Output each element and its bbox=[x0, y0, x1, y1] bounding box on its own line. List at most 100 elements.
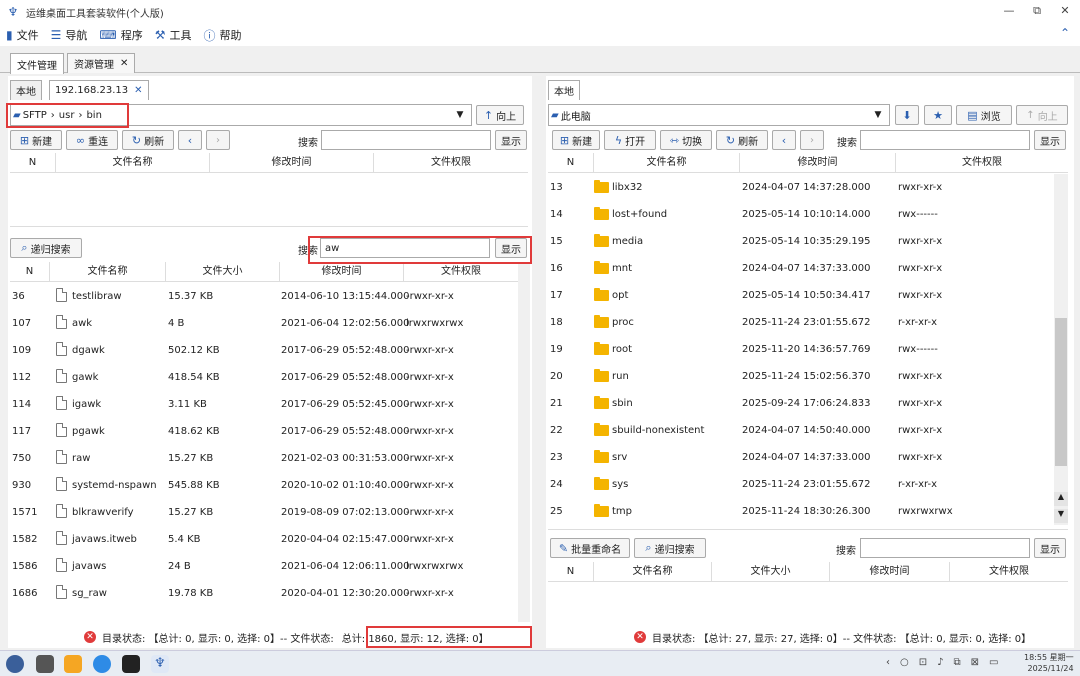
show-button[interactable]: 显示 bbox=[1034, 130, 1066, 150]
splitter[interactable] bbox=[548, 529, 1068, 530]
close-tab-icon[interactable]: ✕ bbox=[134, 85, 142, 96]
col-header[interactable]: 文件权限 bbox=[374, 153, 528, 172]
search-input[interactable] bbox=[860, 130, 1030, 150]
restore-button[interactable]: ⧉ bbox=[1030, 4, 1044, 18]
refresh-button[interactable]: ↻ 刷新 bbox=[122, 130, 174, 150]
table-row[interactable]: 25 tmp 2025-11-24 18:30:26.300 rwxrwxrwx bbox=[548, 498, 1054, 525]
back-button[interactable]: ‹ bbox=[178, 130, 202, 150]
refresh-button[interactable]: ↻ 刷新 bbox=[716, 130, 768, 150]
col-header[interactable]: 修改时间 bbox=[280, 262, 404, 281]
start-menu-icon[interactable] bbox=[6, 655, 24, 673]
app-logo-icon[interactable]: ♆ bbox=[151, 655, 169, 673]
col-header[interactable]: 修改时间 bbox=[830, 562, 950, 581]
table-row[interactable]: 1571 blkrawverify 15.27 KB 2019-08-09 07:02… bbox=[10, 499, 518, 526]
close-button[interactable]: ✕ bbox=[1058, 4, 1072, 18]
recursive-search-button[interactable]: ⌕ 递归搜索 bbox=[10, 238, 82, 258]
multitask-icon[interactable] bbox=[36, 655, 54, 673]
table-row[interactable]: 24 sys 2025-11-24 23:01:55.672 r-xr-xr-x bbox=[548, 471, 1054, 498]
tab-resource-manager[interactable]: 资源管理 ✕ bbox=[67, 53, 136, 73]
table-row[interactable]: 23 srv 2024-04-07 14:37:33.000 rwxr-xr-x bbox=[548, 444, 1054, 471]
table-row[interactable]: 114 igawk 3.11 KB 2017-06-29 05:52:45.000 -r… bbox=[10, 391, 518, 418]
chevron-down-icon[interactable]: ▼ bbox=[869, 105, 887, 125]
subtab-remote[interactable]: 192.168.23.13 ✕ bbox=[49, 80, 149, 100]
table-row[interactable]: 117 pgawk 418.62 KB 2017-06-29 05:52:48.000… bbox=[10, 418, 518, 445]
path-breadcrumb[interactable]: ▰ 此电脑 ▼ bbox=[548, 104, 890, 126]
path-root[interactable]: 此电脑 bbox=[561, 108, 591, 123]
browser-icon[interactable] bbox=[93, 655, 111, 673]
show-button[interactable]: 显示 bbox=[1034, 538, 1066, 558]
table-row[interactable]: 930 systemd-nspawn 545.88 KB 2020-10-02 01:… bbox=[10, 472, 518, 499]
collapse-icon[interactable]: ⌃ bbox=[1060, 26, 1070, 40]
table-row[interactable]: 15 media 2025-05-14 10:35:29.195 rwxr-xr-x bbox=[548, 228, 1054, 255]
recursive-search-input[interactable] bbox=[860, 538, 1030, 558]
splitter[interactable] bbox=[10, 226, 528, 227]
search-input[interactable] bbox=[321, 130, 491, 150]
col-header[interactable]: N bbox=[548, 153, 594, 172]
col-header[interactable]: 文件名称 bbox=[56, 153, 210, 172]
menu-tools[interactable]: ⚒ 工具 bbox=[155, 27, 192, 43]
browse-button[interactable]: ▤ 浏览 bbox=[956, 105, 1012, 125]
scrollbar[interactable]: ▲ ▼ bbox=[1054, 174, 1068, 525]
table-row[interactable]: 21 sbin 2025-09-24 17:06:24.833 rwxr-xr-x bbox=[548, 390, 1054, 417]
table-row[interactable]: 17 opt 2025-05-14 10:50:34.417 rwxr-xr-x bbox=[548, 282, 1054, 309]
subtab-local[interactable]: 本地 bbox=[548, 80, 580, 100]
table-row[interactable]: 13 libx32 2024-04-07 14:37:28.000 rwxr-xr-x bbox=[548, 174, 1054, 201]
menu-file[interactable]: ▮ 文件 bbox=[6, 27, 39, 43]
table-row[interactable]: 112 gawk 418.54 KB 2017-06-29 05:52:48.000-… bbox=[10, 364, 518, 391]
col-header[interactable]: N bbox=[10, 153, 56, 172]
forward-button[interactable]: › bbox=[800, 130, 824, 150]
table-row[interactable]: 16 mnt 2024-04-07 14:37:33.000 rwxr-xr-x bbox=[548, 255, 1054, 282]
scrollbar[interactable] bbox=[518, 262, 530, 622]
table-row[interactable]: 36 testlibraw 15.37 KB 2014-06-10 13:15:44.… bbox=[10, 283, 518, 310]
file-manager-icon[interactable] bbox=[64, 655, 82, 673]
col-header[interactable]: 文件名称 bbox=[50, 262, 166, 281]
menu-navigate[interactable]: ☰ 导航 bbox=[51, 27, 88, 43]
switch-button[interactable]: ⇿ 切换 bbox=[660, 130, 712, 150]
table-row[interactable]: 20 run 2025-11-24 15:02:56.370 rwxr-xr-x bbox=[548, 363, 1054, 390]
table-row[interactable]: 19 root 2025-11-20 14:36:57.769 rwx------ bbox=[548, 336, 1054, 363]
col-header[interactable]: 文件权限 bbox=[896, 153, 1068, 172]
batch-rename-button[interactable]: ✎ 批量重命名 bbox=[550, 538, 630, 558]
col-header[interactable]: 文件名称 bbox=[594, 153, 740, 172]
minimize-button[interactable]: — bbox=[1002, 4, 1016, 18]
subtab-local[interactable]: 本地 bbox=[10, 80, 42, 100]
scrollbar-thumb[interactable] bbox=[1055, 318, 1067, 466]
col-header[interactable]: 修改时间 bbox=[740, 153, 896, 172]
table-row[interactable]: 22 sbuild-nonexistent 2024-04-07 14:50:40.… bbox=[548, 417, 1054, 444]
col-header[interactable]: N bbox=[10, 262, 50, 281]
chevron-down-icon[interactable]: ▼ bbox=[451, 105, 469, 125]
show-button[interactable]: 显示 bbox=[495, 130, 527, 150]
col-header[interactable]: 文件权限 bbox=[404, 262, 518, 281]
go-button[interactable]: ⬇ bbox=[895, 105, 919, 125]
col-header[interactable]: 修改时间 bbox=[210, 153, 374, 172]
new-button[interactable]: ⊞ 新建 bbox=[552, 130, 600, 150]
col-header[interactable]: N bbox=[548, 562, 594, 581]
recursive-search-button[interactable]: ⌕ 递归搜索 bbox=[634, 538, 706, 558]
table-row[interactable]: 109 dgawk 502.12 KB 2017-06-29 05:52:48.000… bbox=[10, 337, 518, 364]
forward-button[interactable]: › bbox=[206, 130, 230, 150]
tab-file-manager[interactable]: 文件管理 bbox=[10, 53, 64, 74]
terminal-icon[interactable] bbox=[122, 655, 140, 673]
col-header[interactable]: 文件大小 bbox=[166, 262, 280, 281]
new-button[interactable]: ⊞ 新建 bbox=[10, 130, 62, 150]
table-row[interactable]: 107 awk 4 B 2021-06-04 12:02:56.000 lrwxrwxr… bbox=[10, 310, 518, 337]
col-header[interactable]: 文件名称 bbox=[594, 562, 712, 581]
col-header[interactable]: 文件大小 bbox=[712, 562, 830, 581]
table-row[interactable]: 750 raw 15.27 KB 2021-02-03 00:31:53.000 -rw… bbox=[10, 445, 518, 472]
tray-icons[interactable]: ‹○⊡♪⧉⊠▭ bbox=[886, 657, 1008, 668]
reconnect-button[interactable]: ∞ 重连 bbox=[66, 130, 118, 150]
menu-help[interactable]: ⓘ 帮助 bbox=[203, 27, 241, 44]
col-header[interactable]: 文件权限 bbox=[950, 562, 1068, 581]
clock[interactable]: 18:55 星期一 2025/11/24 bbox=[1024, 652, 1074, 674]
scroll-down-icon[interactable]: ▼ bbox=[1054, 509, 1068, 523]
scroll-up-icon[interactable]: ▲ bbox=[1054, 492, 1068, 506]
favorite-button[interactable]: ★ bbox=[924, 105, 952, 125]
up-button[interactable]: ↑ 向上 bbox=[476, 105, 524, 125]
up-button[interactable]: ↑ 向上 bbox=[1016, 105, 1068, 125]
table-row[interactable]: 14 lost+found 2025-05-14 10:10:14.000 rwx--… bbox=[548, 201, 1054, 228]
table-row[interactable]: 1582 javaws.itweb 5.4 KB 2020-04-04 02:15:4… bbox=[10, 526, 518, 553]
back-button[interactable]: ‹ bbox=[772, 130, 796, 150]
table-row[interactable]: 18 proc 2025-11-24 23:01:55.672 r-xr-xr-x bbox=[548, 309, 1054, 336]
table-row[interactable]: 1686 sg_raw 19.78 KB 2020-04-01 12:30:20.00… bbox=[10, 580, 518, 607]
menu-program[interactable]: ⌨ 程序 bbox=[99, 27, 142, 43]
